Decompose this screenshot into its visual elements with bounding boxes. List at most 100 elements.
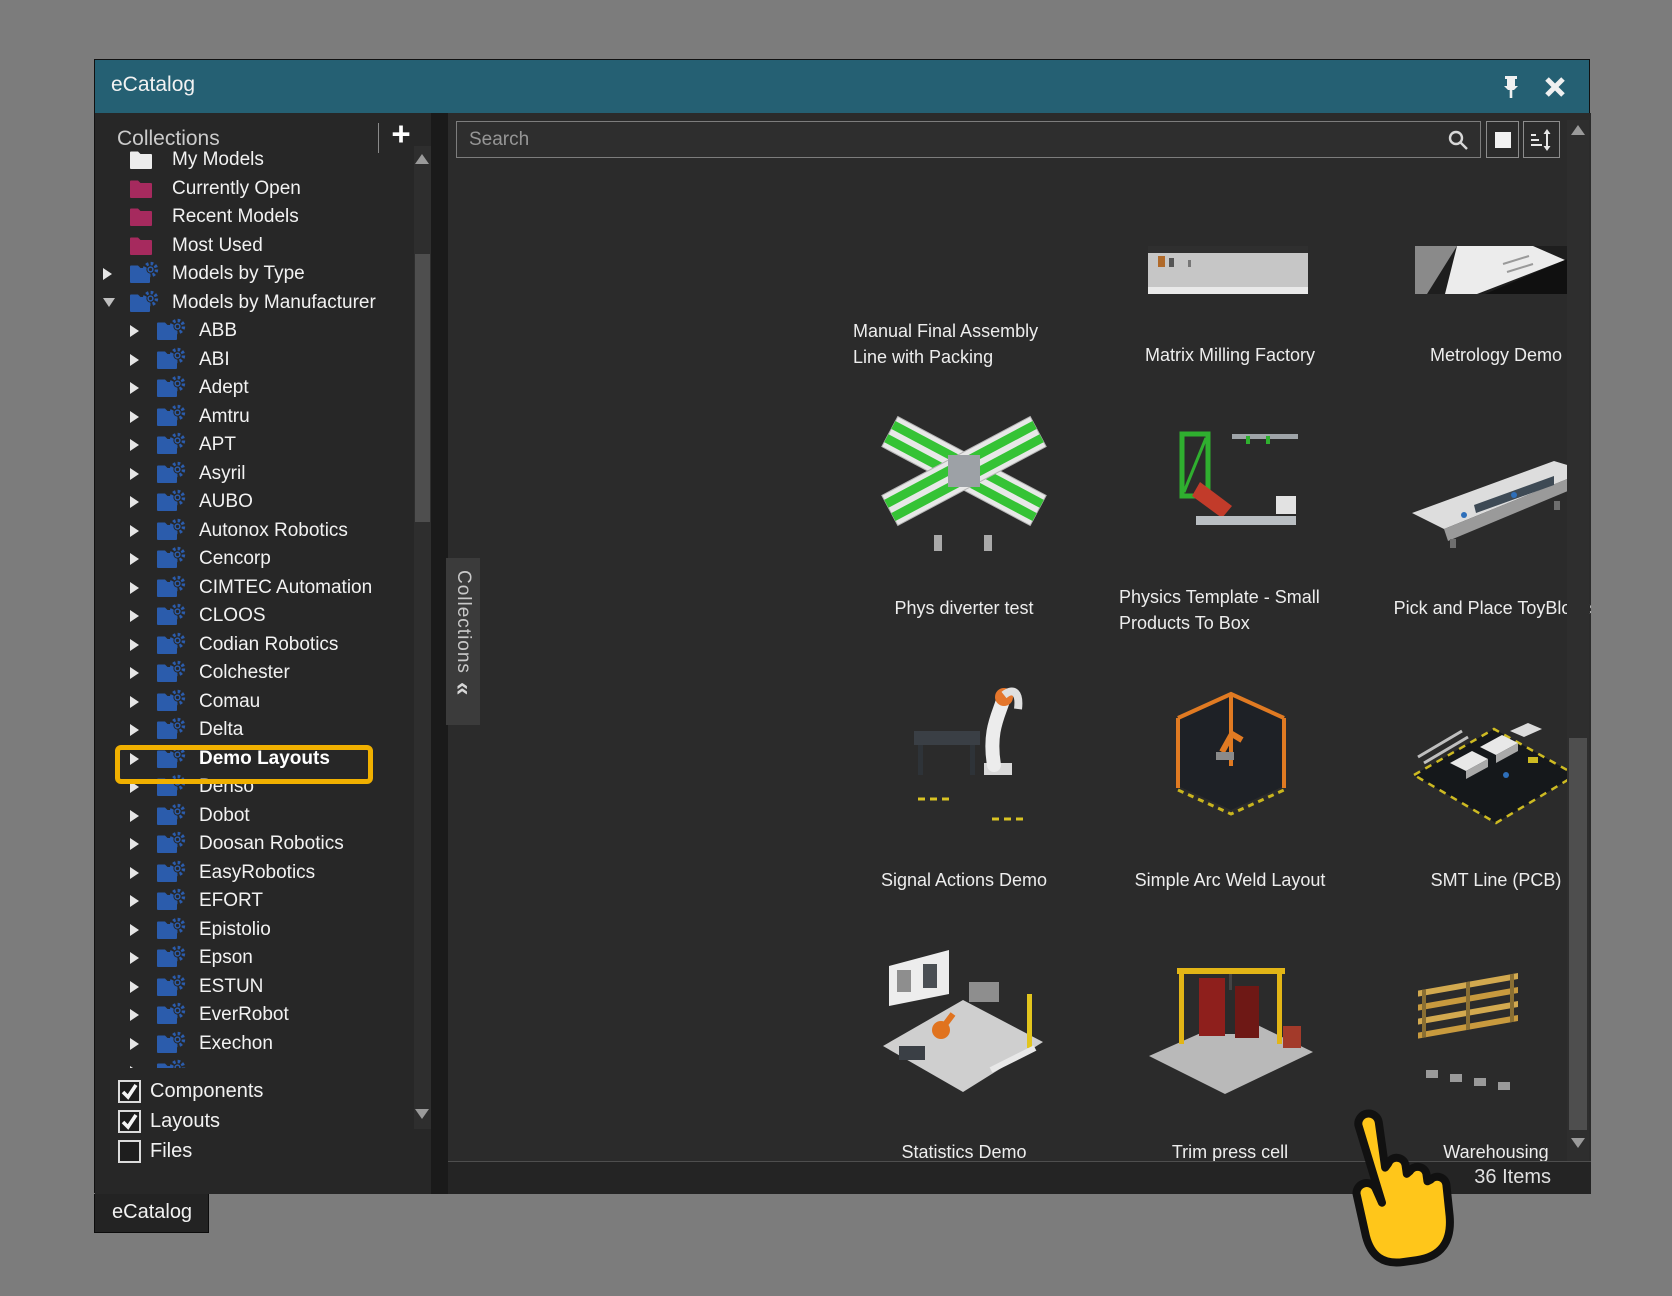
tree-item-everrobot[interactable]: EverRobot bbox=[95, 1001, 413, 1030]
expander-collapsed-icon[interactable] bbox=[130, 439, 156, 451]
tree-item-most-used[interactable]: Most Used bbox=[95, 232, 413, 261]
expander-collapsed-icon[interactable] bbox=[130, 553, 156, 565]
tree-item-epistolio[interactable]: Epistolio bbox=[95, 916, 413, 945]
search-input[interactable] bbox=[456, 121, 1481, 158]
expander-collapsed-icon[interactable] bbox=[130, 924, 156, 936]
expander-collapsed-icon[interactable] bbox=[130, 610, 156, 622]
expander-collapsed-icon[interactable] bbox=[130, 838, 156, 850]
thumbnail-view-button[interactable] bbox=[1486, 121, 1519, 158]
tree-item-dobot[interactable]: Dobot bbox=[95, 802, 413, 831]
filter-files[interactable]: Files bbox=[95, 1136, 413, 1166]
tree-item-cencorp[interactable]: Cencorp bbox=[95, 545, 413, 574]
scroll-up-icon[interactable] bbox=[1571, 125, 1585, 135]
tree-item-label: Most Used bbox=[163, 235, 263, 257]
pin-icon[interactable] bbox=[1497, 73, 1525, 101]
catalog-item-statistics-demo[interactable]: Statistics Demo bbox=[839, 939, 1089, 1161]
search-icon[interactable] bbox=[1446, 128, 1470, 152]
tree-item-colchester[interactable]: Colchester bbox=[95, 659, 413, 688]
tree-item-currently-open[interactable]: Currently Open bbox=[95, 175, 413, 204]
folder-gear-icon bbox=[156, 321, 190, 341]
collections-collapse-tab[interactable]: Collections « bbox=[446, 558, 480, 725]
scroll-up-icon[interactable] bbox=[415, 154, 429, 164]
expander-collapsed-icon[interactable] bbox=[130, 696, 156, 708]
tree-item-easyrobotics[interactable]: EasyRobotics bbox=[95, 859, 413, 888]
tree-item-comau[interactable]: Comau bbox=[95, 688, 413, 717]
catalog-item-physics-template-small-products-to-box[interactable]: Physics Template - Small Products To Box bbox=[1105, 395, 1355, 645]
tree-item-models-by-manufacturer[interactable]: Models by Manufacturer bbox=[95, 289, 413, 318]
expander-collapsed-icon[interactable] bbox=[130, 810, 156, 822]
checkbox-checked-icon[interactable] bbox=[118, 1110, 141, 1133]
tree-item-autonox-robotics[interactable]: Autonox Robotics bbox=[95, 517, 413, 546]
tree-item-denso[interactable]: Denso bbox=[95, 773, 413, 802]
scrollbar-thumb[interactable] bbox=[415, 254, 430, 522]
expander-collapsed-icon[interactable] bbox=[103, 268, 129, 280]
tree-item-partial[interactable] bbox=[95, 1058, 413, 1068]
expander-collapsed-icon[interactable] bbox=[130, 354, 156, 366]
checkbox-checked-icon[interactable] bbox=[118, 1080, 141, 1103]
tree-item-exechon[interactable]: Exechon bbox=[95, 1030, 413, 1059]
tree-item-amtru[interactable]: Amtru bbox=[95, 403, 413, 432]
filter-layouts[interactable]: Layouts bbox=[95, 1106, 413, 1136]
expander-expanded-icon[interactable] bbox=[103, 298, 129, 307]
expander-collapsed-icon[interactable] bbox=[130, 582, 156, 594]
tree-item-aubo[interactable]: AUBO bbox=[95, 488, 413, 517]
expander-collapsed-icon[interactable] bbox=[130, 753, 156, 765]
catalog-item-phys-diverter-test[interactable]: Phys diverter test bbox=[839, 395, 1089, 645]
folder-gear-icon bbox=[156, 464, 190, 484]
filter-components[interactable]: Components bbox=[95, 1076, 413, 1106]
expander-collapsed-icon[interactable] bbox=[130, 895, 156, 907]
tree-item-cloos[interactable]: CLOOS bbox=[95, 602, 413, 631]
tree-item-codian-robotics[interactable]: Codian Robotics bbox=[95, 631, 413, 660]
expander-collapsed-icon[interactable] bbox=[130, 411, 156, 423]
expander-collapsed-icon[interactable] bbox=[130, 496, 156, 508]
tab-ecatalog[interactable]: eCatalog bbox=[94, 1194, 209, 1233]
tree-item-abb[interactable]: ABB bbox=[95, 317, 413, 346]
tree-item-epson[interactable]: Epson bbox=[95, 944, 413, 973]
expander-collapsed-icon[interactable] bbox=[130, 667, 156, 679]
expander-collapsed-icon[interactable] bbox=[130, 382, 156, 394]
expander-collapsed-icon[interactable] bbox=[130, 724, 156, 736]
close-icon[interactable] bbox=[1541, 73, 1569, 101]
catalog-item-pick-and-place-toyblocks[interactable]: Pick and Place ToyBlocks bbox=[1371, 395, 1591, 645]
tree-item-efort[interactable]: EFORT bbox=[95, 887, 413, 916]
content-scrollbar[interactable] bbox=[1567, 120, 1589, 1161]
scroll-down-icon[interactable] bbox=[415, 1109, 429, 1119]
folder-gear-icon bbox=[156, 834, 190, 854]
expander-collapsed-icon[interactable] bbox=[130, 981, 156, 993]
catalog-item-signal-actions-demo[interactable]: Signal Actions Demo bbox=[839, 667, 1089, 917]
scroll-down-icon[interactable] bbox=[1571, 1138, 1585, 1148]
tree-item-models-by-type[interactable]: Models by Type bbox=[95, 260, 413, 289]
expander-collapsed-icon[interactable] bbox=[130, 1066, 156, 1068]
expander-collapsed-icon[interactable] bbox=[130, 952, 156, 964]
tree-item-abi[interactable]: ABI bbox=[95, 346, 413, 375]
tree-item-my-models[interactable]: My Models bbox=[95, 146, 413, 175]
tree-item-delta[interactable]: Delta bbox=[95, 716, 413, 745]
sort-button[interactable] bbox=[1523, 121, 1560, 158]
tree-item-demo-layouts[interactable]: Demo Layouts bbox=[95, 745, 413, 774]
scrollbar-thumb[interactable] bbox=[1569, 738, 1587, 1130]
tree-item-apt[interactable]: APT bbox=[95, 431, 413, 460]
expander-collapsed-icon[interactable] bbox=[130, 1038, 156, 1050]
tree-item-adept[interactable]: Adept bbox=[95, 374, 413, 403]
expander-collapsed-icon[interactable] bbox=[130, 525, 156, 537]
tree-item-asyril[interactable]: Asyril bbox=[95, 460, 413, 489]
folder-gear-icon bbox=[156, 977, 190, 997]
catalog-item-smt-line-pcb[interactable]: SMT Line (PCB) bbox=[1371, 667, 1591, 917]
expander-collapsed-icon[interactable] bbox=[130, 1009, 156, 1021]
checkbox-unchecked-icon[interactable] bbox=[118, 1140, 141, 1163]
tree-item-doosan-robotics[interactable]: Doosan Robotics bbox=[95, 830, 413, 859]
expander-collapsed-icon[interactable] bbox=[130, 325, 156, 337]
expander-collapsed-icon[interactable] bbox=[130, 639, 156, 651]
tree-item-recent-models[interactable]: Recent Models bbox=[95, 203, 413, 232]
sidebar-scrollbar[interactable] bbox=[414, 146, 431, 1129]
catalog-item-simple-arc-weld-layout[interactable]: Simple Arc Weld Layout bbox=[1105, 667, 1355, 917]
tree-item-cimtec-automation[interactable]: CIMTEC Automation bbox=[95, 574, 413, 603]
expander-collapsed-icon[interactable] bbox=[130, 867, 156, 879]
expander-collapsed-icon[interactable] bbox=[130, 468, 156, 480]
catalog-item-trim-press-cell[interactable]: Trim press cell bbox=[1105, 939, 1355, 1161]
screen: eCatalog Collections + My Models Current… bbox=[0, 0, 1672, 1296]
tree-item-label: EFORT bbox=[190, 890, 263, 912]
catalog-item-warehousing[interactable]: Warehousing bbox=[1371, 939, 1591, 1161]
tree-item-estun[interactable]: ESTUN bbox=[95, 973, 413, 1002]
expander-collapsed-icon[interactable] bbox=[130, 781, 156, 793]
